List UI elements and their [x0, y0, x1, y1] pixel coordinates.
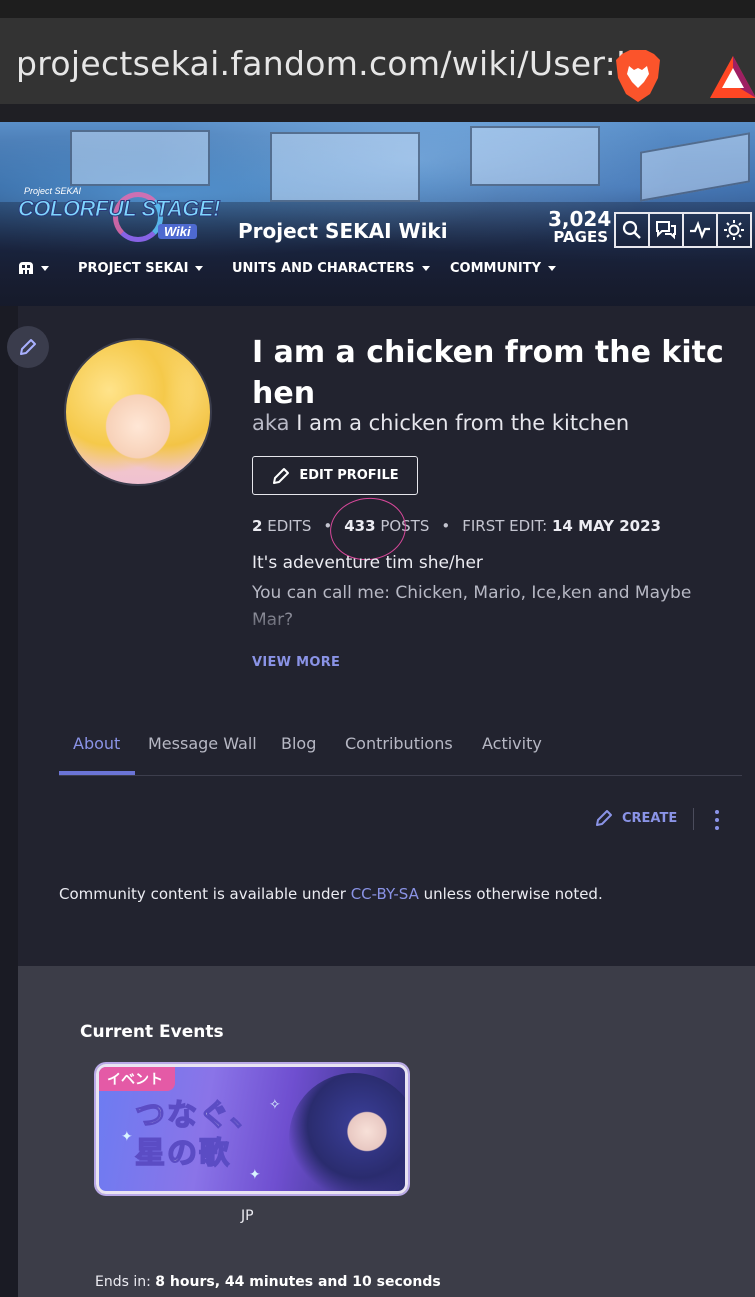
tab-about[interactable]: About: [73, 734, 120, 753]
tab-activity[interactable]: Activity: [482, 734, 542, 753]
discussions-button[interactable]: [648, 212, 684, 248]
aka-prefix: aka: [252, 411, 290, 435]
active-tab-indicator: [59, 771, 135, 775]
system-status-strip: [0, 0, 755, 18]
wiki-menu-icon: [19, 262, 33, 274]
action-divider: [693, 808, 694, 830]
user-avatar: [64, 338, 212, 486]
first-edit-date: 14 MAY 2023: [551, 517, 661, 535]
stage-screen-decoration: [270, 132, 420, 202]
edit-profile-label: EDIT PROFILE: [299, 468, 399, 483]
license-notice: Community content is available under CC-…: [59, 885, 603, 903]
pages-count: 3,024 PAGES: [548, 207, 612, 246]
tab-message-wall[interactable]: Message Wall: [148, 734, 257, 753]
events-title: Current Events: [80, 1022, 224, 1042]
create-label: CREATE: [622, 810, 678, 826]
pencil-icon: [273, 467, 290, 484]
license-prefix: Community content is available under: [59, 885, 351, 903]
pencil-icon: [20, 339, 36, 355]
event-character-art: [289, 1073, 405, 1191]
bio-fade-overlay: [240, 600, 755, 648]
event-banner-tag: イベント: [99, 1067, 175, 1091]
aka-name: I am a chicken from the kitchen: [296, 411, 630, 435]
create-button[interactable]: CREATE: [594, 808, 677, 828]
sun-icon: [724, 220, 744, 240]
recent-activity-button[interactable]: [682, 212, 718, 248]
nav-wiki-menu[interactable]: [18, 261, 49, 275]
bio-line-1: It's adeventure tim she/her: [252, 553, 483, 573]
browser-url-bar[interactable]: projectsekai.fandom.com/wiki/User:I_: [0, 18, 755, 104]
event-region-label: JP: [241, 1208, 254, 1224]
wiki-nav: PROJECT SEKAI UNITS AND CHARACTERS COMMU…: [0, 256, 755, 286]
view-more-link[interactable]: VIEW MORE: [252, 655, 340, 670]
logo-main-text: COLORFUL STAGE!: [18, 196, 221, 222]
site-name[interactable]: Project SEKAI Wiki: [238, 219, 448, 243]
ends-in-label: Ends in:: [95, 1274, 151, 1290]
stage-screen-decoration: [640, 132, 750, 202]
tab-blog[interactable]: Blog: [281, 734, 316, 753]
profile-username: I am a chicken from the kitchen: [252, 335, 724, 411]
tab-contributions[interactable]: Contributions: [345, 734, 453, 753]
stats-separator: •: [441, 517, 451, 535]
kebab-dot: [715, 810, 719, 814]
license-link[interactable]: CC-BY-SA: [351, 885, 419, 903]
pencil-icon: [596, 810, 612, 826]
nav-item-label: UNITS AND CHARACTERS: [232, 261, 415, 276]
logo-small-text: Project SEKAI: [24, 186, 82, 196]
floating-edit-button[interactable]: [7, 326, 49, 368]
sparkle-icon: ✧: [269, 1097, 281, 1113]
first-edit-label: FIRST EDIT:: [462, 517, 548, 535]
chevron-down-icon: [548, 266, 557, 271]
nav-project-sekai[interactable]: PROJECT SEKAI: [78, 261, 204, 276]
activity-pulse-icon: [690, 221, 710, 239]
nav-item-label: PROJECT SEKAI: [78, 261, 189, 276]
more-options-button[interactable]: [708, 808, 726, 832]
logo-wiki-text: Wiki: [158, 224, 197, 239]
event-title-line-2: 星の歌: [134, 1135, 231, 1172]
nav-item-label: COMMUNITY: [450, 261, 542, 276]
chevron-down-icon: [421, 266, 430, 271]
profile-tabs: About Message Wall Blog Contributions Ac…: [59, 722, 742, 776]
discussions-icon: [656, 221, 676, 240]
kebab-dot: [715, 826, 719, 830]
browser-divider: [0, 104, 755, 122]
edits-count: 2: [252, 517, 263, 535]
stage-screen-decoration: [470, 126, 600, 186]
url-text[interactable]: projectsekai.fandom.com/wiki/User:I_: [16, 44, 643, 83]
bat-rewards-icon[interactable]: [708, 54, 755, 100]
license-suffix: unless otherwise noted.: [418, 885, 603, 903]
profile-aka: aka I am a chicken from the kitchen: [252, 411, 629, 435]
event-banner[interactable]: イベント つなぐ、 星の歌 ✦ ✧ ✦: [96, 1064, 408, 1194]
wiki-header: Project SEKAI COLORFUL STAGE! Wiki Proje…: [0, 122, 755, 306]
wiki-logo[interactable]: Project SEKAI COLORFUL STAGE! Wiki: [18, 184, 221, 246]
edits-label: EDITS: [267, 517, 312, 535]
event-title-line-1: つなぐ、: [134, 1097, 263, 1134]
search-icon: [622, 220, 641, 239]
sparkle-icon: ✦: [121, 1129, 133, 1145]
kebab-dot: [715, 818, 719, 822]
theme-toggle-button[interactable]: [716, 212, 752, 248]
edit-profile-button[interactable]: EDIT PROFILE: [252, 456, 418, 495]
chevron-down-icon: [41, 265, 49, 271]
ends-in-value: 8 hours, 44 minutes and 10 seconds: [155, 1274, 441, 1290]
search-button[interactable]: [614, 212, 650, 248]
pages-count-number: 3,024: [548, 207, 612, 231]
brave-lion-icon[interactable]: [614, 48, 662, 104]
nav-units-and-characters[interactable]: UNITS AND CHARACTERS: [232, 261, 430, 276]
header-tools: [614, 212, 752, 248]
left-rail: [0, 306, 18, 1297]
sparkle-icon: ✦: [249, 1167, 261, 1183]
event-banner-title: つなぐ、 星の歌: [134, 1097, 263, 1173]
chevron-down-icon: [195, 266, 204, 271]
pages-count-label: PAGES: [553, 228, 608, 246]
stage-screen-decoration: [70, 130, 210, 186]
profile-stats: 2 EDITS • 433 POSTS • FIRST EDIT: 14 MAY…: [252, 517, 661, 535]
event-countdown: Ends in: 8 hours, 44 minutes and 10 seco…: [95, 1274, 441, 1290]
nav-community[interactable]: COMMUNITY: [450, 261, 557, 276]
